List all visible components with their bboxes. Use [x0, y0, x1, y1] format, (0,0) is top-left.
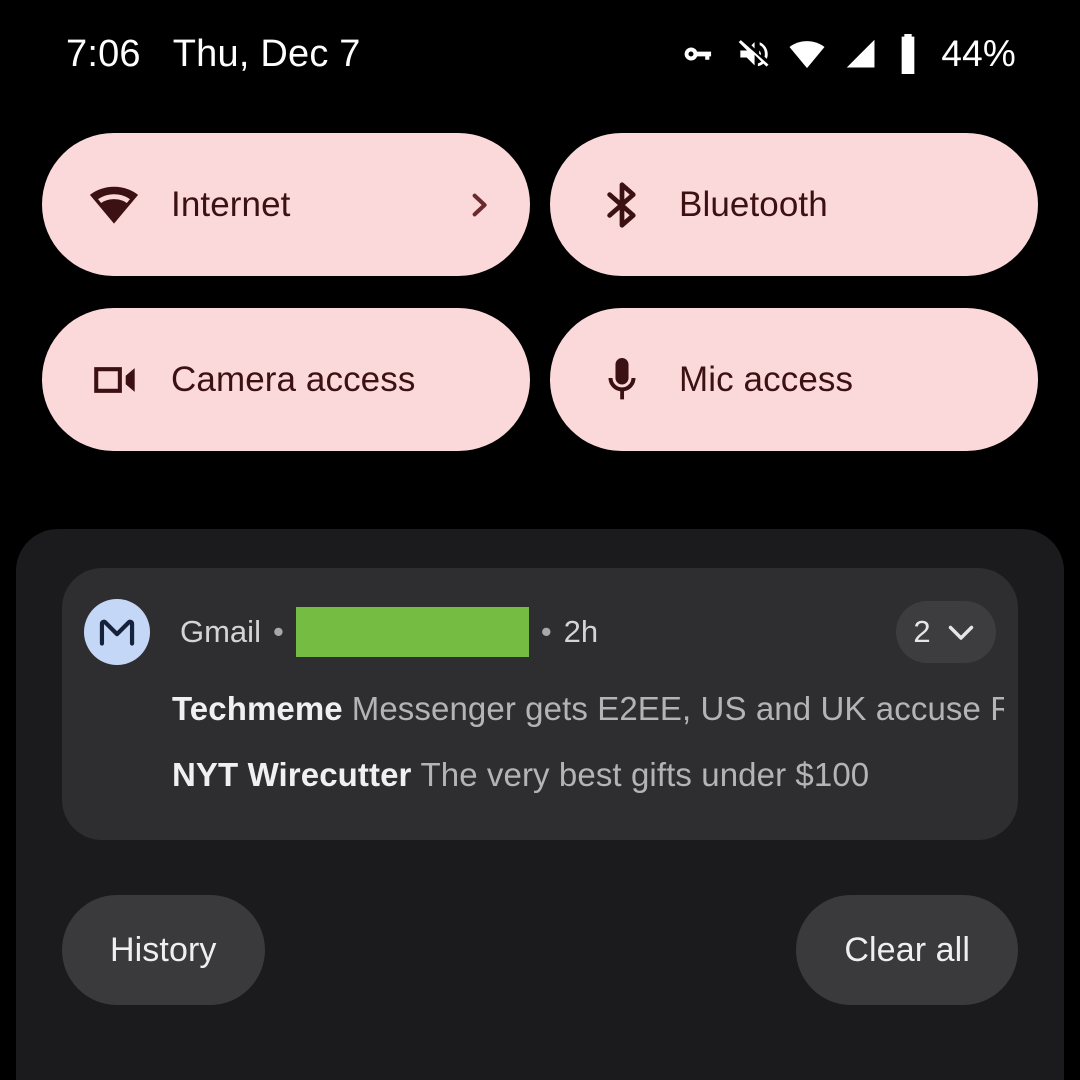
notification-group-count: 2: [913, 614, 931, 649]
separator-dot: •: [540, 614, 552, 649]
notification-sender: NYT Wirecutter: [172, 756, 412, 793]
wifi-icon: [86, 177, 142, 233]
qs-tile-label: Bluetooth: [679, 184, 828, 224]
status-clock: 7:06: [66, 32, 141, 75]
chevron-down-icon: [943, 614, 979, 650]
notification-shade: Gmail • • 2h 2 Techmeme Messenger gets E2…: [16, 529, 1064, 1080]
qs-tile-label: Mic access: [679, 359, 854, 399]
gmail-m-icon: [84, 599, 150, 665]
wifi-icon: [787, 34, 827, 74]
quick-settings-screen: 7:06 Thu, Dec 7 44% Internet Bluetooth C…: [0, 0, 1080, 1080]
status-bar-left: 7:06 Thu, Dec 7: [66, 33, 361, 76]
bluetooth-icon: [594, 177, 650, 233]
qs-tile-label: Camera access: [171, 359, 416, 399]
status-bar: 7:06 Thu, Dec 7 44%: [0, 0, 1080, 108]
battery-percentage: 44%: [941, 33, 1016, 74]
qs-tile-camera-access[interactable]: Camera access: [42, 308, 530, 451]
notification-body: Messenger gets E2EE, US and UK accuse Ru…: [351, 690, 1004, 727]
notification-body: The very best gifts under $100: [420, 756, 870, 793]
cellular-signal-icon: [842, 35, 880, 73]
volume-off-icon: [734, 35, 772, 73]
notification-time: 2h: [563, 614, 599, 649]
shade-footer: History Clear all: [62, 895, 1018, 1005]
qs-tile-mic-access[interactable]: Mic access: [550, 308, 1038, 451]
quick-settings-tiles: Internet Bluetooth Camera access Mic acc…: [42, 133, 1038, 451]
history-button[interactable]: History: [62, 895, 265, 1005]
notification-line-techmeme: Techmeme Messenger gets E2EE, US and UK a…: [172, 690, 1004, 728]
notification-sender: Techmeme: [172, 690, 343, 727]
chevron-right-icon[interactable]: [462, 185, 496, 225]
notification-gmail[interactable]: Gmail • • 2h 2 Techmeme Messenger gets E2…: [62, 568, 1018, 840]
qs-tile-label: Internet: [171, 184, 291, 224]
notification-line-wirecutter: NYT Wirecutter The very best gifts under …: [172, 756, 1004, 794]
qs-tile-internet[interactable]: Internet: [42, 133, 530, 276]
battery-icon: [895, 34, 921, 74]
separator-dot: •: [272, 614, 284, 649]
microphone-icon: [594, 352, 650, 408]
notification-expand-button[interactable]: 2: [896, 601, 996, 663]
videocam-icon: [86, 352, 142, 408]
clear-all-button[interactable]: Clear all: [796, 895, 1018, 1005]
notification-header: Gmail • • 2h 2: [84, 595, 996, 669]
status-bar-right: 44%: [681, 33, 1016, 75]
vpn-key-icon: [681, 35, 719, 73]
qs-tile-bluetooth[interactable]: Bluetooth: [550, 133, 1038, 276]
status-date: Thu, Dec 7: [172, 32, 361, 75]
redacted-sender-block: [295, 607, 529, 657]
notification-app-name: Gmail: [180, 614, 261, 649]
